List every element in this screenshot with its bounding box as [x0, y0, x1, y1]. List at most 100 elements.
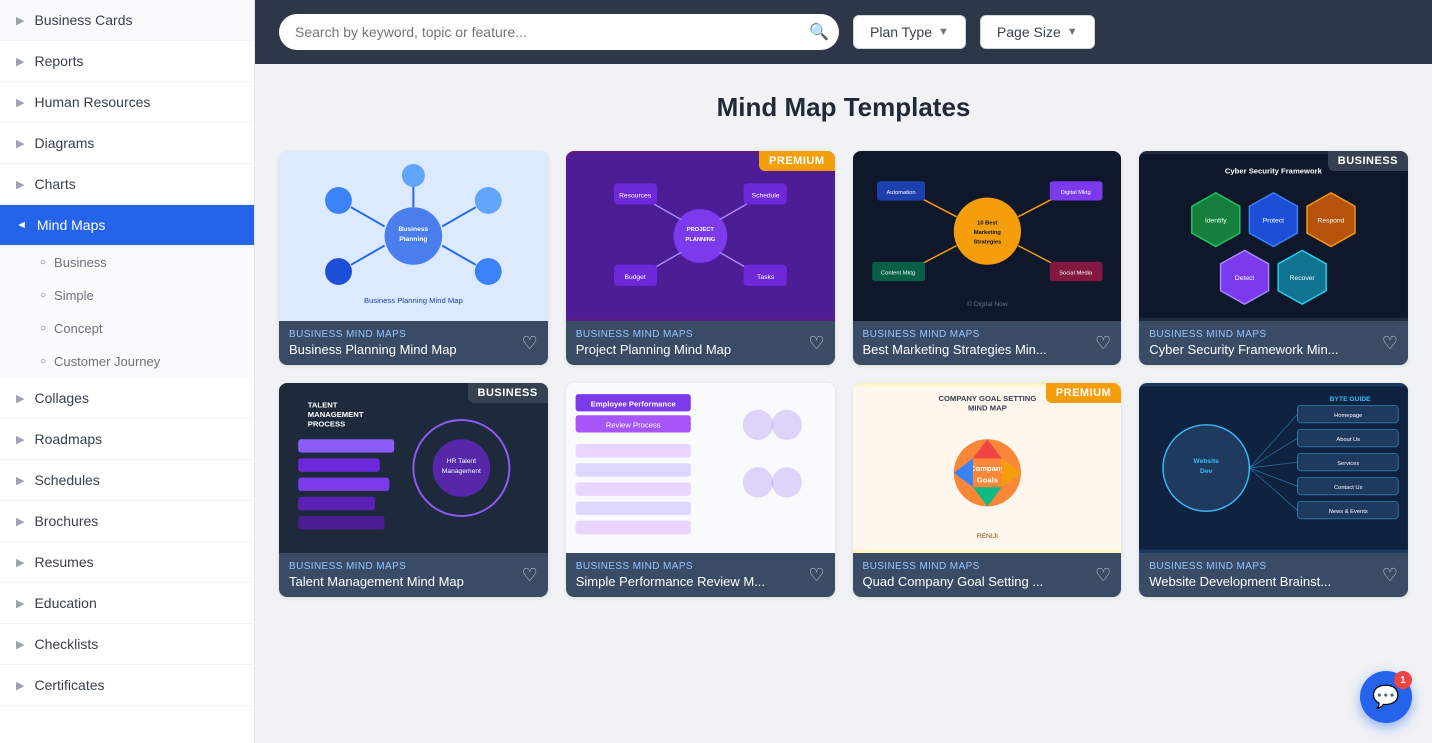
svg-text:MANAGEMENT: MANAGEMENT: [308, 410, 364, 419]
svg-text:Recover: Recover: [1290, 275, 1316, 282]
sidebar-item-education[interactable]: ▶Education: [0, 583, 254, 624]
sidebar-item-checklists[interactable]: ▶ Checklists: [0, 624, 254, 665]
page-size-filter[interactable]: Page Size ▼: [980, 15, 1095, 49]
badge-card-4: BUSINESS: [1328, 151, 1408, 171]
template-card-card-7[interactable]: COMPANY GOAL SETTING MIND MAP Company Go…: [853, 383, 1122, 597]
favorite-button-card-8[interactable]: ♡: [1382, 565, 1398, 586]
favorite-button-card-6[interactable]: ♡: [808, 565, 824, 586]
favorite-button-card-2[interactable]: ♡: [808, 333, 824, 354]
svg-text:TALENT: TALENT: [308, 401, 338, 410]
card-thumb-card-6: Employee Performance Review Process: [566, 383, 835, 553]
svg-text:Schedule: Schedule: [751, 193, 779, 200]
sidebar-item-label-business-cards: Business Cards: [34, 12, 132, 28]
card-title-card-1: Business Planning Mind Map: [289, 342, 457, 357]
chevron-icon-human-resources: ▶: [16, 96, 24, 109]
plan-type-filter[interactable]: Plan Type ▼: [853, 15, 966, 49]
card-category-card-3: Business Mind Maps: [863, 329, 1047, 340]
svg-text:Review Process: Review Process: [605, 421, 660, 430]
svg-text:MIND MAP: MIND MAP: [968, 403, 1007, 412]
chevron-icon-checklists: ▶: [16, 638, 24, 651]
sidebar-item-resumes[interactable]: ▶ Resumes: [0, 542, 254, 583]
chevron-icon-resumes: ▶: [16, 556, 24, 569]
favorite-button-card-3[interactable]: ♡: [1095, 333, 1111, 354]
template-card-card-5[interactable]: TALENT MANAGEMENT PROCESS HR Talent Mana…: [279, 383, 548, 597]
sidebar-item-label-reports: Reports: [34, 53, 83, 69]
svg-text:Strategies: Strategies: [973, 240, 1001, 246]
sub-item-concept[interactable]: Concept: [0, 312, 254, 345]
page-size-caret: ▼: [1067, 26, 1078, 38]
sidebar-item-diagrams[interactable]: ▶ Diagrams: [0, 123, 254, 164]
sub-item-customer-journey[interactable]: Customer Journey: [0, 345, 254, 378]
plan-type-label: Plan Type: [870, 24, 932, 40]
template-grid: Business Planning Business Planning Mind…: [279, 151, 1408, 597]
favorite-button-card-1[interactable]: ♡: [522, 333, 538, 354]
card-thumb-card-8: BYTE GUIDE Homepage About Us Services Co…: [1139, 383, 1408, 553]
svg-text:Goals: Goals: [976, 475, 997, 484]
sub-item-simple[interactable]: Simple: [0, 279, 254, 312]
template-card-card-2[interactable]: PROJECT PLANNING Resources Schedule Budg…: [566, 151, 835, 365]
card-title-card-3: Best Marketing Strategies Min...: [863, 342, 1047, 357]
search-button[interactable]: 🔍: [809, 22, 829, 42]
chevron-icon-reports: ▶: [16, 55, 24, 68]
svg-text:Website: Website: [1194, 458, 1220, 465]
template-card-card-3[interactable]: 10 Best Marketing Strategies Automation …: [853, 151, 1122, 365]
sidebar-item-mind-maps[interactable]: ▼ Mind Maps: [0, 205, 254, 246]
badge-card-5: BUSINESS: [468, 383, 548, 403]
sidebar-item-schedules[interactable]: ▶Schedules: [0, 460, 254, 501]
sidebar-item-roadmaps[interactable]: ▶Roadmaps: [0, 419, 254, 460]
svg-text:HR Talent: HR Talent: [447, 458, 476, 465]
chat-bubble[interactable]: 💬 1: [1360, 671, 1412, 723]
sidebar-item-business-cards[interactable]: ▶Business Cards: [0, 0, 254, 41]
svg-text:Identify: Identify: [1205, 218, 1227, 225]
chevron-icon-diagrams: ▶: [16, 137, 24, 150]
sidebar-item-charts[interactable]: ▶Charts: [0, 164, 254, 205]
sidebar-item-label-checklists: Checklists: [34, 636, 98, 652]
sidebar-item-label-charts: Charts: [34, 176, 75, 192]
sub-item-business[interactable]: Business: [0, 246, 254, 279]
sidebar-item-label-resumes: Resumes: [34, 554, 93, 570]
sidebar-item-label-mind-maps: Mind Maps: [37, 217, 105, 233]
template-card-card-8[interactable]: BYTE GUIDE Homepage About Us Services Co…: [1139, 383, 1408, 597]
card-category-card-5: Business Mind Maps: [289, 561, 464, 572]
svg-text:BYTE GUIDE: BYTE GUIDE: [1330, 396, 1371, 403]
favorite-button-card-4[interactable]: ♡: [1382, 333, 1398, 354]
card-title-card-6: Simple Performance Review M...: [576, 574, 765, 589]
card-text-group-card-4: Business Mind Maps Cyber Security Framewo…: [1149, 329, 1338, 357]
card-category-card-4: Business Mind Maps: [1149, 329, 1338, 340]
sidebar-item-certificates[interactable]: ▶Certificates: [0, 665, 254, 706]
svg-text:About Us: About Us: [1337, 437, 1361, 443]
sidebar-item-label-diagrams: Diagrams: [34, 135, 94, 151]
sidebar-item-reports[interactable]: ▶ Reports: [0, 41, 254, 82]
sidebar-item-label-schedules: Schedules: [34, 472, 99, 488]
card-footer-card-8: Business Mind Maps Website Development Br…: [1139, 553, 1408, 597]
card-title-card-8: Website Development Brainst...: [1149, 574, 1331, 589]
card-title-card-5: Talent Management Mind Map: [289, 574, 464, 589]
card-text-group-card-8: Business Mind Maps Website Development Br…: [1149, 561, 1331, 589]
card-title-card-4: Cyber Security Framework Min...: [1149, 342, 1338, 357]
card-footer-card-2: Business Mind MapsProject Planning Mind …: [566, 321, 835, 365]
card-footer-card-3: Business Mind Maps Best Marketing Strateg…: [853, 321, 1122, 365]
svg-text:Digital Mktg: Digital Mktg: [1060, 190, 1090, 196]
svg-text:PLANNING: PLANNING: [685, 237, 716, 243]
sidebar-item-label-brochures: Brochures: [34, 513, 98, 529]
search-input[interactable]: [279, 14, 839, 50]
card-thumb-card-3: 10 Best Marketing Strategies Automation …: [853, 151, 1122, 321]
svg-text:PROJECT: PROJECT: [687, 227, 715, 233]
template-card-card-4[interactable]: Cyber Security Framework Protect Identif…: [1139, 151, 1408, 365]
card-text-group-card-6: Business Mind MapsSimple Performance Rev…: [576, 561, 765, 589]
chevron-icon-mind-maps: ▼: [15, 220, 27, 231]
sidebar-item-label-certificates: Certificates: [34, 677, 104, 693]
card-footer-card-6: Business Mind MapsSimple Performance Rev…: [566, 553, 835, 597]
card-text-group-card-5: Business Mind Maps Talent Management Mind…: [289, 561, 464, 589]
svg-text:Respond: Respond: [1318, 218, 1345, 225]
card-category-card-8: Business Mind Maps: [1149, 561, 1331, 572]
favorite-button-card-5[interactable]: ♡: [522, 565, 538, 586]
sidebar-item-human-resources[interactable]: ▶Human Resources: [0, 82, 254, 123]
sidebar-item-collages[interactable]: ▶Collages: [0, 378, 254, 419]
svg-text:Detect: Detect: [1235, 275, 1255, 282]
svg-text:Automation: Automation: [886, 190, 915, 196]
sidebar-item-brochures[interactable]: ▶Brochures: [0, 501, 254, 542]
template-card-card-1[interactable]: Business Planning Business Planning Mind…: [279, 151, 548, 365]
favorite-button-card-7[interactable]: ♡: [1095, 565, 1111, 586]
template-card-card-6[interactable]: Employee Performance Review Process Busi…: [566, 383, 835, 597]
